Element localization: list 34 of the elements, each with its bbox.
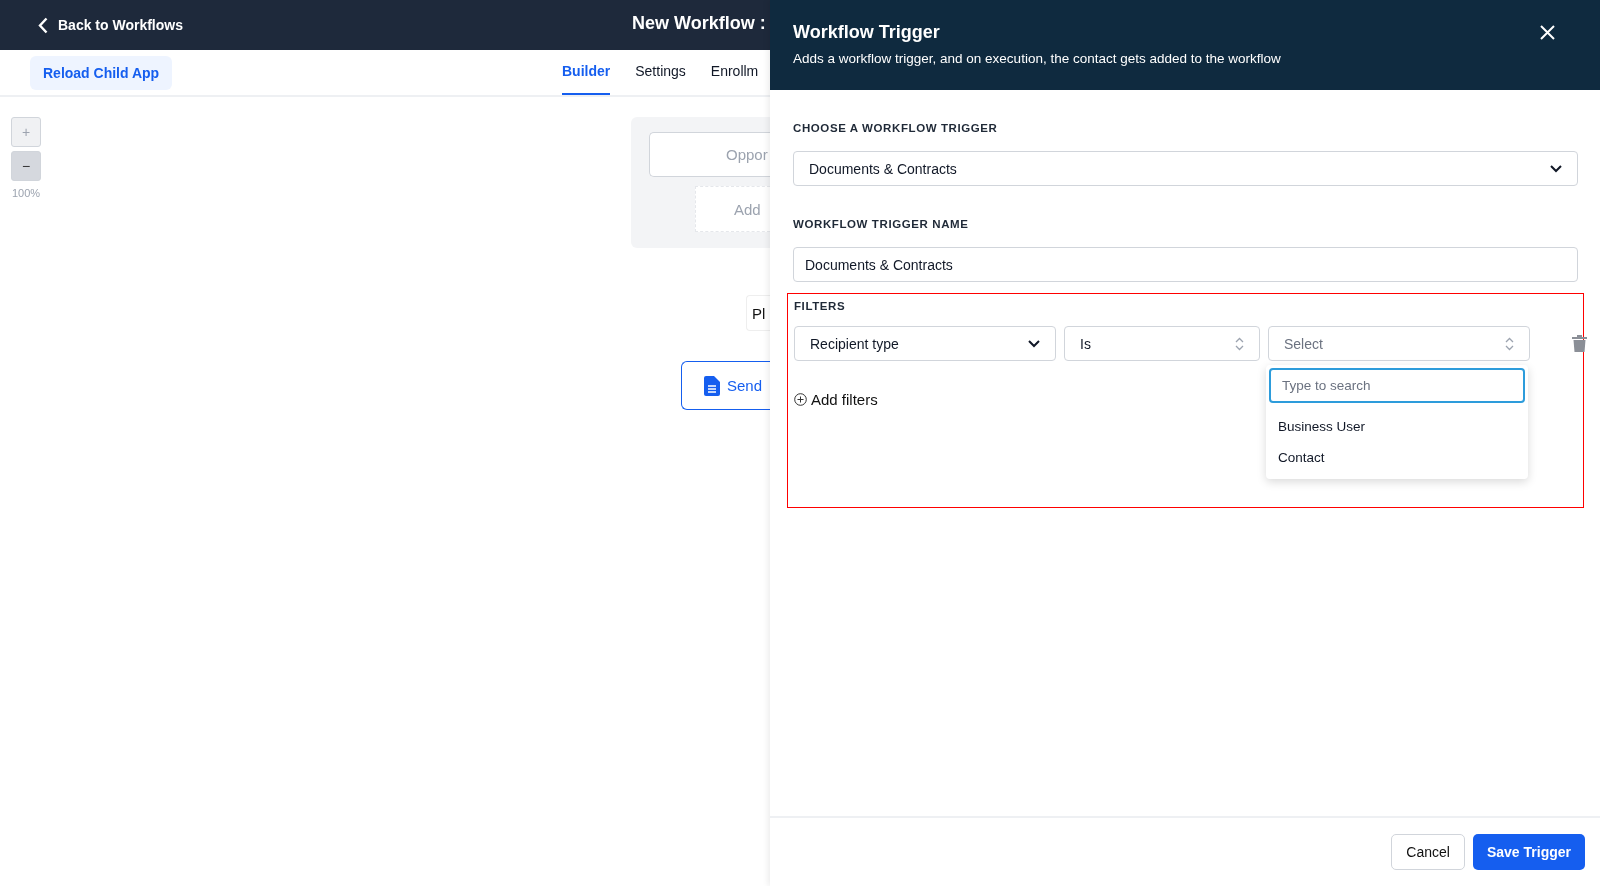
back-link[interactable]: Back to Workflows [38, 16, 183, 34]
chevron-left-icon [38, 16, 48, 34]
zoom-button[interactable]: − [11, 151, 41, 181]
filter-field-select[interactable]: Recipient type [794, 326, 1056, 361]
save-trigger-button[interactable]: Save Trigger [1472, 834, 1585, 870]
workflow-title: New Workflow : [632, 13, 766, 34]
trigger-select[interactable]: Documents & Contracts [793, 151, 1578, 186]
plus-circle-icon [794, 393, 807, 406]
tab[interactable]: Settings [635, 50, 686, 95]
panel-title: Workflow Trigger [793, 22, 940, 43]
name-input[interactable]: Documents & Contracts [793, 247, 1578, 282]
chevron-down-icon [1550, 164, 1562, 173]
close-icon[interactable] [1540, 25, 1555, 40]
tab[interactable]: Builder [562, 50, 611, 95]
value-select[interactable]: Select [1268, 326, 1530, 361]
cancel-button[interactable]: Cancel [1391, 834, 1465, 870]
chevron-down-icon [1028, 339, 1040, 348]
dropdown-option[interactable]: Business User [1269, 411, 1525, 442]
reload-button[interactable]: Reload Child App [30, 55, 173, 90]
dropdown-option[interactable]: Contact [1269, 442, 1525, 473]
field-label: WORKFLOW TRIGGER NAME [793, 218, 969, 230]
document-icon [704, 375, 720, 396]
search-field[interactable]: Type to search [1269, 368, 1525, 403]
trash-icon[interactable] [1572, 335, 1587, 352]
operator-select[interactable]: Is [1064, 326, 1260, 361]
action-node[interactable]: Send [681, 361, 770, 410]
field-label: FILTERS [794, 300, 846, 312]
field-label: CHOOSE A WORKFLOW TRIGGER [793, 122, 998, 134]
zoom-level: 100% [11, 187, 41, 199]
up-down-icon [1235, 336, 1244, 351]
panel-subtitle: Adds a workflow trigger, and on execution, the contact gets added to the workflow [793, 51, 1282, 66]
up-down-icon [1505, 336, 1514, 351]
tab[interactable]: Enrollm [710, 50, 759, 95]
add-filters-link[interactable]: Add filters [794, 391, 878, 408]
